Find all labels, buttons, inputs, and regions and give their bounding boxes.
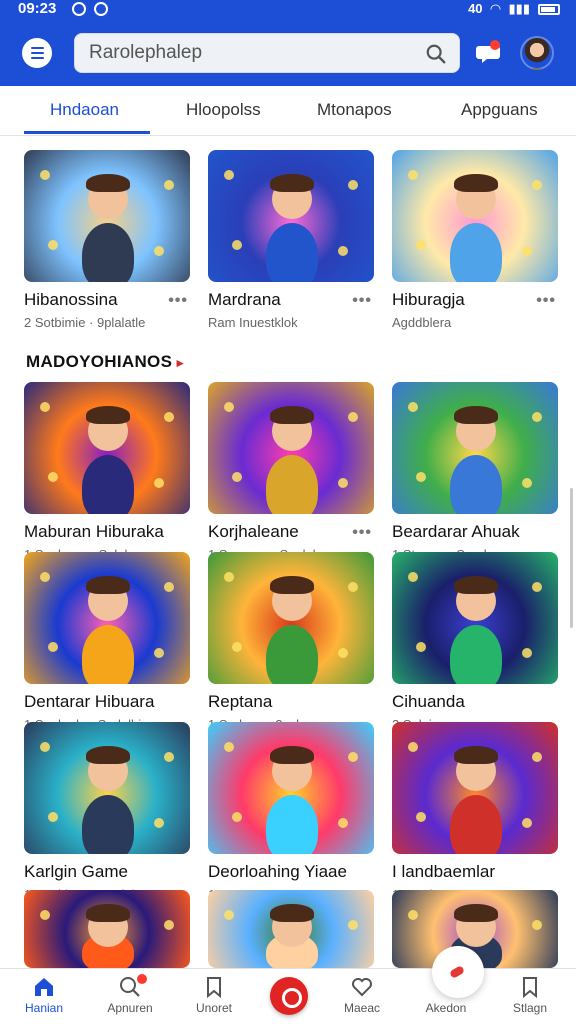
character-illustration bbox=[266, 794, 318, 854]
game-title: Cihuanda bbox=[392, 692, 465, 711]
character-illustration bbox=[82, 624, 134, 684]
status-bar: 09:23 40 ◠ ▮▮▮ bbox=[0, 0, 576, 20]
battery-icon bbox=[538, 3, 560, 15]
floating-action-button[interactable] bbox=[432, 946, 484, 998]
character-illustration bbox=[266, 222, 318, 282]
character-illustration bbox=[82, 794, 134, 854]
nav-stlagn[interactable]: Stlagn bbox=[494, 975, 566, 1015]
game-card[interactable]: Reptana1 Serlone · 2salonns bbox=[208, 552, 374, 732]
hamburger-icon bbox=[30, 47, 44, 49]
home-icon bbox=[35, 978, 53, 996]
more-options-icon[interactable]: ••• bbox=[352, 524, 372, 542]
heart-icon bbox=[352, 978, 372, 997]
game-card[interactable]: Mardrana Ram Inuestklok ••• bbox=[208, 150, 374, 330]
nav-maeac[interactable]: Maeac bbox=[326, 975, 398, 1015]
active-tab-indicator bbox=[24, 131, 150, 134]
signal-text: 40 bbox=[468, 1, 483, 16]
character-illustration bbox=[450, 222, 502, 282]
character-illustration bbox=[266, 624, 318, 684]
avatar[interactable] bbox=[520, 36, 554, 70]
more-options-icon[interactable]: ••• bbox=[536, 292, 556, 310]
game-thumbnail[interactable] bbox=[208, 722, 374, 854]
game-thumbnail[interactable] bbox=[24, 722, 190, 854]
game-thumbnail[interactable] bbox=[24, 150, 190, 282]
sync-icon bbox=[72, 2, 86, 16]
nav-badge bbox=[137, 974, 147, 984]
search-input[interactable] bbox=[89, 34, 409, 72]
character-illustration bbox=[82, 454, 134, 514]
game-card[interactable] bbox=[24, 890, 190, 968]
search-icon[interactable] bbox=[425, 43, 447, 65]
game-title: Hiburagja bbox=[392, 290, 465, 309]
game-subtitle: Ram Inuestklok bbox=[208, 315, 298, 330]
game-thumbnail[interactable] bbox=[24, 890, 190, 968]
game-card[interactable]: Dentarar Hibuara1 Sankade · Sadalbiaore bbox=[24, 552, 190, 732]
game-title: I landbaemlar bbox=[392, 862, 496, 881]
more-options-icon[interactable]: ••• bbox=[168, 292, 188, 310]
game-card[interactable]: Beardarar Ahuak1 Straore . Saraluono bbox=[392, 382, 558, 562]
game-title: Karlgin Game bbox=[24, 862, 128, 881]
scrollbar[interactable] bbox=[570, 488, 573, 628]
game-thumbnail[interactable] bbox=[208, 890, 374, 968]
tab-mtonapos[interactable]: Mtonapos bbox=[317, 100, 392, 120]
game-title: Reptana bbox=[208, 692, 273, 711]
game-thumbnail[interactable] bbox=[392, 382, 558, 514]
game-thumbnail[interactable] bbox=[24, 382, 190, 514]
game-thumbnail[interactable] bbox=[24, 552, 190, 684]
game-card[interactable]: Hibanossina 2 Sotbimie · 9plalatle ••• bbox=[24, 150, 190, 330]
game-subtitle: 2 Sotbimie · 9plalatle bbox=[24, 315, 146, 330]
bookmark-icon bbox=[523, 977, 537, 999]
character-illustration bbox=[82, 222, 134, 282]
game-card[interactable]: Korjhaleane1 Sarpone · Spalalonne••• bbox=[208, 382, 374, 562]
game-title: Dentarar Hibuara bbox=[24, 692, 155, 711]
menu-button[interactable] bbox=[22, 38, 52, 68]
game-card[interactable] bbox=[208, 890, 374, 968]
game-card[interactable]: Hiburagja Agddblera ••• bbox=[392, 150, 558, 330]
status-icons: 40 ◠ ▮▮▮ bbox=[468, 0, 560, 18]
game-thumbnail[interactable] bbox=[392, 552, 558, 684]
bookmark-icon bbox=[207, 977, 221, 999]
game-card[interactable]: Karlgin Game1 Sanblaue · Sadalcara bbox=[24, 722, 190, 902]
wifi-icon: ◠ bbox=[490, 1, 501, 16]
game-thumbnail[interactable] bbox=[208, 552, 374, 684]
game-title: Beardarar Ahuak bbox=[392, 522, 520, 541]
nav-home[interactable]: Hanian bbox=[8, 975, 80, 1015]
game-card[interactable]: Cihuanda3 Salaiers bbox=[392, 552, 558, 732]
status-time: 09:23 bbox=[18, 0, 57, 17]
game-title: Hibanossina bbox=[24, 290, 118, 309]
character-illustration bbox=[450, 624, 502, 684]
cell-signal-icon: ▮▮▮ bbox=[508, 1, 530, 16]
chevron-right-icon: ► bbox=[174, 356, 187, 370]
tab-bar: Hndaoan Hloopolss Mtonapos Appguans bbox=[0, 86, 576, 136]
nav-unoret[interactable]: Unoret bbox=[178, 975, 250, 1015]
tab-hloopolss[interactable]: Hloopolss bbox=[186, 100, 261, 120]
app-bar bbox=[0, 20, 576, 86]
game-subtitle: Agddblera bbox=[392, 315, 452, 330]
game-title: Mardrana bbox=[208, 290, 281, 309]
game-title: Maburan Hiburaka bbox=[24, 522, 164, 541]
game-card[interactable]: I landbaemlar1 Samlen bbox=[392, 722, 558, 902]
game-thumbnail[interactable] bbox=[392, 150, 558, 282]
game-thumbnail[interactable] bbox=[392, 722, 558, 854]
game-card[interactable]: Deorloahing Yiaae1 Sana bbox=[208, 722, 374, 902]
character-illustration bbox=[450, 454, 502, 514]
notification-icon bbox=[94, 2, 108, 16]
section-title: MADOYOHIANOS ► bbox=[26, 352, 187, 371]
tab-appguans[interactable]: Appguans bbox=[461, 100, 538, 120]
game-thumbnail[interactable] bbox=[208, 382, 374, 514]
nav-search[interactable]: Apnuren bbox=[94, 975, 166, 1015]
character-illustration bbox=[266, 454, 318, 514]
tab-home[interactable]: Hndaoan bbox=[50, 100, 119, 120]
game-thumbnail[interactable] bbox=[208, 150, 374, 282]
game-title: Korjhaleane bbox=[208, 522, 299, 541]
center-action-button[interactable] bbox=[270, 977, 308, 1015]
search-bar bbox=[74, 33, 460, 73]
character-illustration bbox=[450, 794, 502, 854]
notification-badge bbox=[490, 40, 500, 50]
game-title: Deorloahing Yiaae bbox=[208, 862, 347, 881]
more-options-icon[interactable]: ••• bbox=[352, 292, 372, 310]
game-card[interactable]: Maburan Hiburaka1 Senbone · Selalaore bbox=[24, 382, 190, 562]
